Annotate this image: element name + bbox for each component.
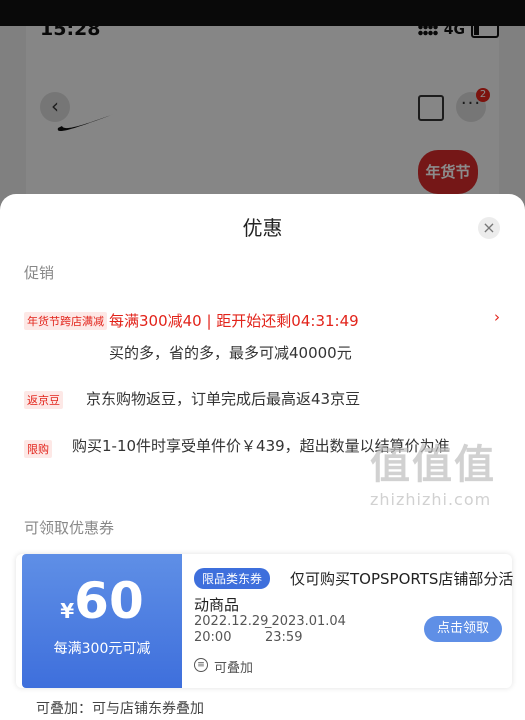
promo-festival-main[interactable]: 每满300减40 | 距开始还剩04:31:49 — [109, 310, 359, 331]
coupon-condition: 每满300元可减 — [53, 641, 151, 657]
sheet-title: 优惠 — [242, 216, 283, 240]
promo-tag-limit: 限购 — [24, 440, 52, 458]
coupon-start-time: 20:00 — [194, 630, 232, 645]
watermark-url: zhizhizhi.com — [370, 490, 492, 509]
coupon-end-date: _2023.01.04 — [265, 614, 346, 629]
coupon-value-panel: ¥60 每满300元可减 — [22, 554, 182, 688]
coupon-start-date: 2022.12.29 — [194, 614, 269, 629]
coupon-end-time: 23:59 — [265, 630, 303, 645]
stack-icon: ≡ — [194, 658, 208, 672]
claim-coupon-button[interactable]: 点击领取 — [424, 616, 502, 642]
close-button[interactable]: × — [478, 217, 500, 239]
coupon-currency: ¥ — [60, 599, 75, 623]
promo-section-label: 促销 — [24, 264, 55, 282]
coupon-stack-label: 可叠加 — [214, 661, 254, 676]
promo-tag-beans: 返京豆 — [24, 391, 63, 409]
coupon-amount: 60 — [74, 572, 144, 630]
coupon-amount-wrap: ¥60 — [22, 572, 182, 630]
promo-tag-festival: 年货节跨店满减 — [24, 312, 107, 330]
chevron-right-icon[interactable]: › — [494, 308, 500, 326]
promo-festival-sub: 买的多，省的多，最多可减40000元 — [109, 344, 352, 362]
coupon-description: 仅可购买TOPSPORTS店铺部分活动商品 — [194, 570, 514, 614]
coupon-card: ¥60 每满300元可减 限品类东券 仅可购买TOPSPORTS店铺部分活动商品… — [16, 554, 514, 688]
promo-beans-text: 京东购物返豆，订单完成后最高返43京豆 — [86, 390, 361, 408]
stacking-note: 可叠加：可与店铺东券叠加 — [36, 701, 204, 717]
watermark: 值值值 zhizhizhi.com — [370, 432, 520, 526]
watermark-logo: 值值值 — [370, 442, 496, 488]
coupon-section-label: 可领取优惠券 — [24, 519, 115, 537]
